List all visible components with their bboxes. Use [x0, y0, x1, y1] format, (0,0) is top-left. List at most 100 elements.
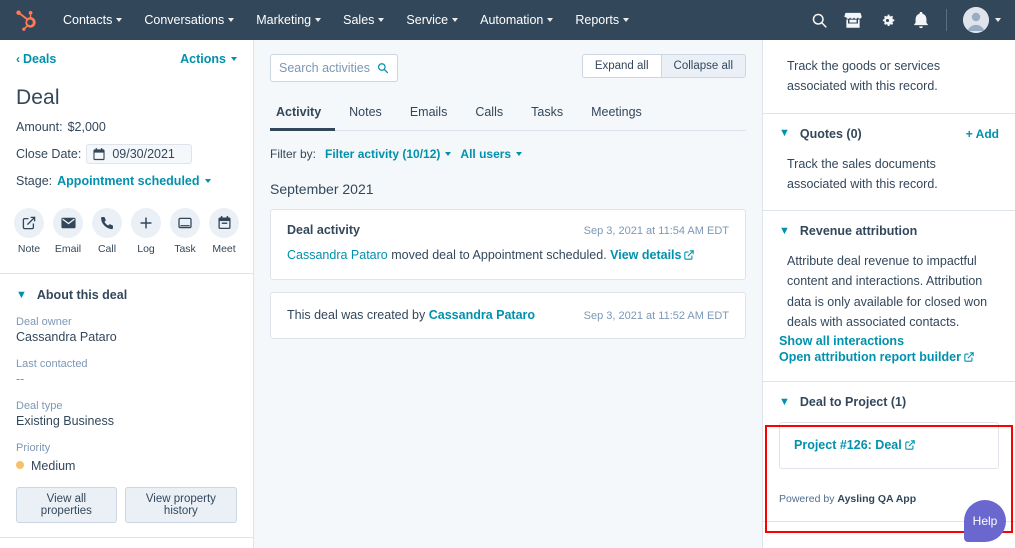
marketplace-icon[interactable]	[844, 11, 862, 29]
quick-action-label: Log	[137, 243, 155, 255]
tab-emails[interactable]: Emails	[396, 98, 462, 131]
nav-item-marketing[interactable]: Marketing	[245, 7, 332, 33]
sidebar-header-row: ‹ Deals Actions	[16, 52, 237, 66]
help-button[interactable]: Help	[964, 500, 1006, 542]
chevron-down-icon: ▼	[779, 395, 790, 408]
property-buttons: View all properties View property histor…	[16, 487, 237, 523]
show-all-interactions-link[interactable]: Show all interactions	[779, 334, 999, 348]
view-all-properties-button[interactable]: View all properties	[16, 487, 117, 523]
priority-text: Medium	[31, 459, 76, 473]
tab-meetings[interactable]: Meetings	[577, 98, 656, 131]
nav-item-label: Service	[406, 13, 449, 27]
deal-to-project-title: Deal to Project (1)	[799, 395, 907, 409]
stage-label: Stage:	[16, 174, 53, 188]
search-icon[interactable]	[377, 61, 389, 75]
revenue-description: Attribute deal revenue to impactful cont…	[787, 254, 988, 329]
close-date-value: 09/30/2021	[112, 147, 175, 161]
line-items-section: Track the goods or services associated w…	[763, 40, 1015, 113]
hubspot-logo[interactable]	[10, 7, 44, 33]
deal-to-project-toggle[interactable]: ▼ Deal to Project (1)	[779, 395, 906, 409]
filter-users-dropdown[interactable]: All users	[460, 147, 523, 161]
nav-item-automation[interactable]: Automation	[469, 7, 564, 33]
activity-card-deal-created[interactable]: This deal was created by Cassandra Patar…	[270, 291, 746, 339]
property-value-deal-owner[interactable]: Cassandra Pataro	[16, 330, 237, 344]
property-value-deal-type[interactable]: Existing Business	[16, 414, 237, 428]
breadcrumb-back-to-deals[interactable]: ‹ Deals	[16, 52, 56, 66]
chevron-down-icon: ▼	[16, 288, 27, 301]
user-menu[interactable]	[963, 7, 1001, 33]
amount-label: Amount:	[16, 120, 63, 134]
quick-action-label: Call	[97, 243, 117, 255]
quick-action-log[interactable]: Log	[131, 208, 161, 255]
quick-action-meet[interactable]: Meet	[209, 208, 239, 255]
notifications-bell-icon[interactable]	[912, 11, 930, 29]
tab-notes[interactable]: Notes	[335, 98, 396, 131]
nav-item-service[interactable]: Service	[395, 7, 469, 33]
chevron-down-icon: ▼	[779, 127, 790, 139]
month-header: September 2021	[270, 181, 374, 197]
collapse-all-button[interactable]: Collapse all	[660, 54, 746, 78]
chevron-down-icon	[445, 152, 452, 156]
chevron-down-icon	[547, 18, 554, 22]
activity-card-deal-activity[interactable]: Deal activity Sep 3, 2021 at 11:54 AM ED…	[270, 209, 746, 280]
filter-by-label: Filter by:	[270, 147, 317, 161]
open-attribution-report-builder-link[interactable]: Open attribution report builder	[779, 350, 999, 365]
nav-item-reports[interactable]: Reports	[564, 7, 640, 33]
project-link[interactable]: Project #126: Deal	[794, 438, 902, 452]
nav-item-label: Automation	[480, 13, 544, 27]
search-activities-box[interactable]	[270, 54, 398, 82]
view-property-history-button[interactable]: View property history	[124, 487, 237, 523]
stage-value[interactable]: Appointment scheduled	[57, 174, 199, 188]
close-date-field[interactable]: 09/30/2021	[86, 144, 193, 164]
activity-actor-link[interactable]: Cassandra Pataro	[429, 308, 535, 322]
actions-dropdown[interactable]: Actions	[180, 52, 237, 66]
quick-action-label: Task	[174, 243, 196, 255]
quick-action-call[interactable]: Call	[92, 208, 122, 255]
calendar-icon	[93, 147, 105, 160]
expand-collapse-toggle: Expand all Collapse all	[581, 54, 746, 78]
deal-stage-row: Stage: Appointment scheduled	[16, 174, 237, 188]
filter-activity-label: Filter activity (10/12)	[325, 147, 441, 161]
expand-all-button[interactable]: Expand all	[581, 54, 661, 78]
nav-item-conversations[interactable]: Conversations	[133, 7, 245, 33]
quotes-header: ▼ Quotes (0) + Add	[779, 127, 999, 141]
activity-card-header: Deal activity Sep 3, 2021 at 11:54 AM ED…	[287, 223, 729, 237]
property-label-deal-type: Deal type	[16, 400, 63, 412]
activity-actor-link[interactable]: Cassandra Pataro	[287, 248, 388, 262]
sidebar-divider-bottom	[0, 537, 253, 538]
page-title: Deal	[16, 86, 60, 109]
about-this-deal-section: ▼ About this deal Deal owner Cassandra P…	[0, 274, 253, 537]
project-card[interactable]: Project #126: Deal	[779, 422, 999, 469]
settings-gear-icon[interactable]	[878, 11, 896, 29]
revenue-header: ▼ Revenue attribution	[779, 224, 999, 238]
left-sidebar: ‹ Deals Actions Deal Amount: $2,000 Clos…	[0, 40, 254, 548]
activity-toolbar: Expand all Collapse all	[270, 54, 746, 82]
view-details-link[interactable]: View details	[610, 248, 681, 262]
tab-tasks[interactable]: Tasks	[517, 98, 577, 131]
quotes-toggle[interactable]: ▼ Quotes (0)	[779, 127, 862, 141]
property-value-priority[interactable]: Medium	[16, 457, 237, 473]
property-value-last-contacted[interactable]: --	[16, 372, 237, 386]
nav-item-sales[interactable]: Sales	[332, 7, 395, 33]
nav-item-contacts[interactable]: Contacts	[52, 7, 133, 33]
quick-action-note[interactable]: Note	[14, 208, 44, 255]
activity-timestamp: Sep 3, 2021 at 11:52 AM EDT	[583, 309, 729, 322]
search-icon[interactable]	[810, 11, 828, 29]
revenue-toggle[interactable]: ▼ Revenue attribution	[779, 224, 917, 238]
tab-calls[interactable]: Calls	[461, 98, 517, 131]
deal-to-project-header: ▼ Deal to Project (1)	[779, 395, 999, 409]
external-link-icon	[904, 437, 915, 455]
tab-activity[interactable]: Activity	[270, 98, 336, 131]
add-quote-button[interactable]: + Add	[966, 127, 999, 141]
nav-item-label: Sales	[343, 13, 375, 27]
filter-activity-dropdown[interactable]: Filter activity (10/12)	[325, 147, 452, 161]
chevron-down-icon	[231, 57, 237, 61]
hubspot-deal-record-page: Contacts Conversations Marketing Sales S…	[0, 0, 1015, 548]
status-dot-icon	[16, 461, 24, 469]
external-link-icon	[684, 247, 695, 266]
quick-action-task[interactable]: Task	[170, 208, 200, 255]
chevron-down-icon	[228, 18, 235, 22]
quick-action-email[interactable]: Email	[53, 208, 83, 255]
about-section-header[interactable]: ▼ About this deal	[16, 288, 237, 302]
search-input[interactable]	[279, 61, 372, 75]
